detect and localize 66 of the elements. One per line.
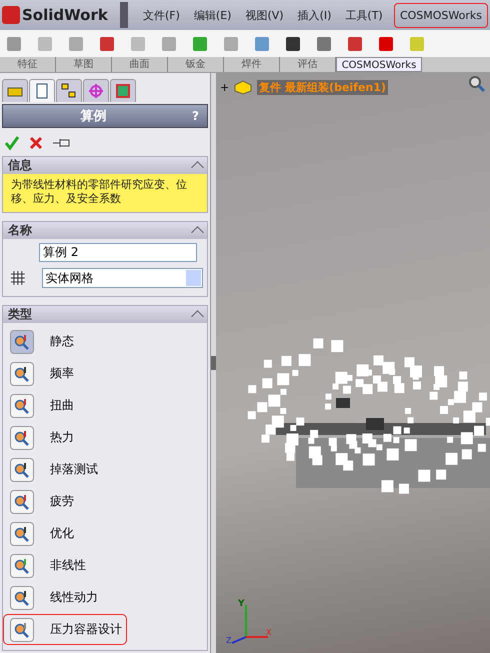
logo-icon [2, 6, 20, 24]
study-type-button[interactable] [10, 458, 34, 482]
panel-title: 算例 [80, 108, 108, 125]
panel-tab[interactable] [2, 79, 28, 102]
study-type-icon [13, 364, 31, 382]
study-type-button[interactable] [10, 394, 34, 418]
study-type-icon [13, 396, 31, 414]
study-type-button[interactable] [10, 426, 34, 450]
axis-triad-drawing: Y X Z [224, 597, 274, 647]
study-type-label: 线性动力 [50, 589, 98, 606]
cancel-x-icon[interactable] [28, 135, 44, 151]
mesh-type-dropdown[interactable]: 实体网格 [42, 268, 203, 288]
study-type-label: 非线性 [50, 557, 86, 574]
study-type-label: 扭曲 [50, 397, 74, 414]
study-type-label: 压力容器设计 [50, 621, 122, 638]
study-type-button[interactable] [10, 362, 34, 386]
study-type-icon [13, 492, 31, 510]
assembly-name: 复件 最新组装(beifen1) [257, 80, 388, 94]
study-type-icon [13, 460, 31, 478]
study-type-label: 优化 [50, 525, 74, 542]
app-logo: SolidWork [22, 6, 108, 24]
command-tab[interactable]: 钣金 [168, 57, 224, 72]
study-type-label: 静态 [50, 333, 74, 350]
info-message: 为带线性材料的零部件研究应变、位移、应力、及安全系数 [3, 174, 207, 212]
menu-item[interactable]: 视图(V) [238, 8, 291, 22]
command-tab[interactable]: COSMOSWorks [336, 57, 422, 72]
study-type-label: 疲劳 [50, 493, 74, 510]
study-type-button[interactable] [10, 522, 34, 546]
command-tab[interactable]: 曲面 [112, 57, 168, 72]
ok-check-icon[interactable] [4, 135, 20, 151]
section-heading: 名称 [8, 222, 32, 239]
menu-item[interactable]: COSMOSWorks [394, 2, 488, 28]
expand-icon[interactable]: + [220, 80, 230, 94]
study-type-button[interactable] [10, 490, 34, 514]
highlighted-study-type[interactable]: 压力容器设计 [3, 614, 127, 645]
menu-item[interactable]: 工具(T) [338, 8, 390, 22]
panel-tab[interactable] [29, 79, 55, 102]
tree-icon [61, 83, 77, 99]
study-type-label: 频率 [50, 365, 74, 382]
menu-item[interactable]: 文件(F) [136, 8, 187, 22]
study-name-field[interactable]: 算例 2 [39, 243, 197, 262]
study-type-button[interactable] [10, 618, 34, 642]
menu-item[interactable]: 编辑(E) [186, 8, 238, 22]
document-icon [34, 83, 50, 99]
mesh-grid-icon [10, 270, 26, 286]
study-type-icon [13, 588, 31, 606]
study-type-icon [13, 620, 31, 638]
study-type-icon [13, 332, 31, 350]
crosshair-icon [88, 83, 104, 99]
menu-item[interactable]: 插入(I) [290, 8, 338, 22]
zoom-icon[interactable] [468, 75, 486, 93]
panel-tab[interactable] [56, 79, 82, 102]
command-tab[interactable]: 焊件 [224, 57, 280, 72]
section-heading: 信息 [8, 157, 32, 174]
cube-icon [115, 83, 131, 99]
study-type-icon [13, 524, 31, 542]
study-type-label: 热力 [50, 429, 74, 446]
section-heading: 类型 [8, 306, 32, 323]
study-type-icon [13, 428, 31, 446]
study-type-label: 掉落测试 [50, 461, 98, 478]
study-type-button[interactable] [10, 586, 34, 610]
study-type-button[interactable] [10, 554, 34, 578]
command-tab[interactable]: 草图 [56, 57, 112, 72]
assembly-icon [233, 79, 254, 95]
study-type-icon [13, 556, 31, 574]
command-tab[interactable]: 特征 [0, 57, 56, 72]
